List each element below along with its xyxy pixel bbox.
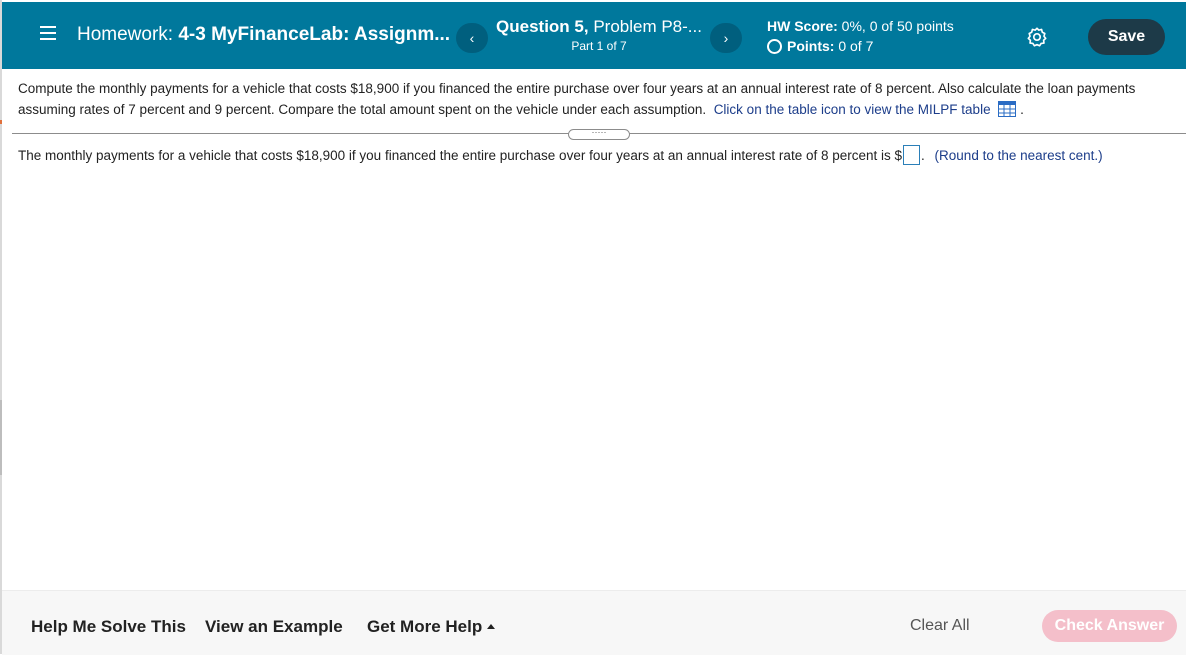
view-example-button[interactable]: View an Example: [205, 617, 343, 637]
edge-marker: [0, 120, 2, 124]
gear-icon[interactable]: [1026, 26, 1048, 48]
save-button[interactable]: Save: [1088, 19, 1165, 55]
points: Points: 0 of 7: [767, 38, 873, 54]
footer-bar: Help Me Solve This View an Example Get M…: [2, 590, 1186, 655]
help-me-solve-button[interactable]: Help Me Solve This: [31, 617, 186, 637]
question-end: .: [1020, 102, 1024, 117]
clear-all-button[interactable]: Clear All: [910, 617, 970, 635]
table-link[interactable]: Click on the table icon to view the MILP…: [714, 102, 991, 117]
menu-icon[interactable]: [40, 26, 56, 40]
next-question-button[interactable]: ›: [710, 23, 742, 53]
problem-label: Problem P8-...: [588, 17, 702, 36]
answer-prefix: The monthly payments for a vehicle that …: [18, 148, 903, 163]
table-grid-icon[interactable]: [998, 101, 1017, 117]
caret-up-icon: [487, 624, 496, 629]
homework-title: Homework: 4-3 MyFinanceLab: Assignm...: [77, 24, 450, 46]
points-circle-icon: [767, 39, 782, 54]
answer-line: The monthly payments for a vehicle that …: [18, 145, 1103, 166]
answer-suffix: .: [921, 148, 925, 163]
previous-question-button[interactable]: ‹: [456, 23, 488, 53]
question-number: Question 5,: [496, 17, 589, 36]
points-value: 0 of 7: [834, 38, 874, 54]
left-edge-strip: [0, 0, 2, 654]
pane-splitter-handle[interactable]: ·····: [568, 128, 630, 140]
get-more-help-button[interactable]: Get More Help: [367, 617, 496, 637]
get-more-help-label: Get More Help: [367, 617, 483, 636]
hw-score-label: HW Score:: [767, 18, 838, 34]
homework-prefix: Homework:: [77, 24, 174, 45]
homework-name: 4-3 MyFinanceLab: Assignm...: [178, 24, 451, 45]
top-bar: Homework: 4-3 MyFinanceLab: Assignm... ‹…: [2, 2, 1186, 69]
question-title: Question 5, Problem P8-...: [493, 17, 705, 37]
edge-marker: [0, 400, 2, 475]
check-answer-button[interactable]: Check Answer: [1042, 610, 1177, 642]
question-part: Part 1 of 7: [571, 39, 627, 53]
question-text: Compute the monthly payments for a vehic…: [18, 78, 1168, 120]
hw-score-value: 0%, 0 of 50 points: [837, 18, 954, 34]
chevron-right-icon: ›: [723, 30, 729, 46]
rounding-hint: (Round to the nearest cent.): [934, 148, 1103, 163]
answer-input[interactable]: [903, 145, 921, 165]
chevron-left-icon: ‹: [469, 30, 475, 46]
hw-score: HW Score: 0%, 0 of 50 points: [767, 18, 954, 34]
points-label: Points:: [787, 38, 835, 54]
